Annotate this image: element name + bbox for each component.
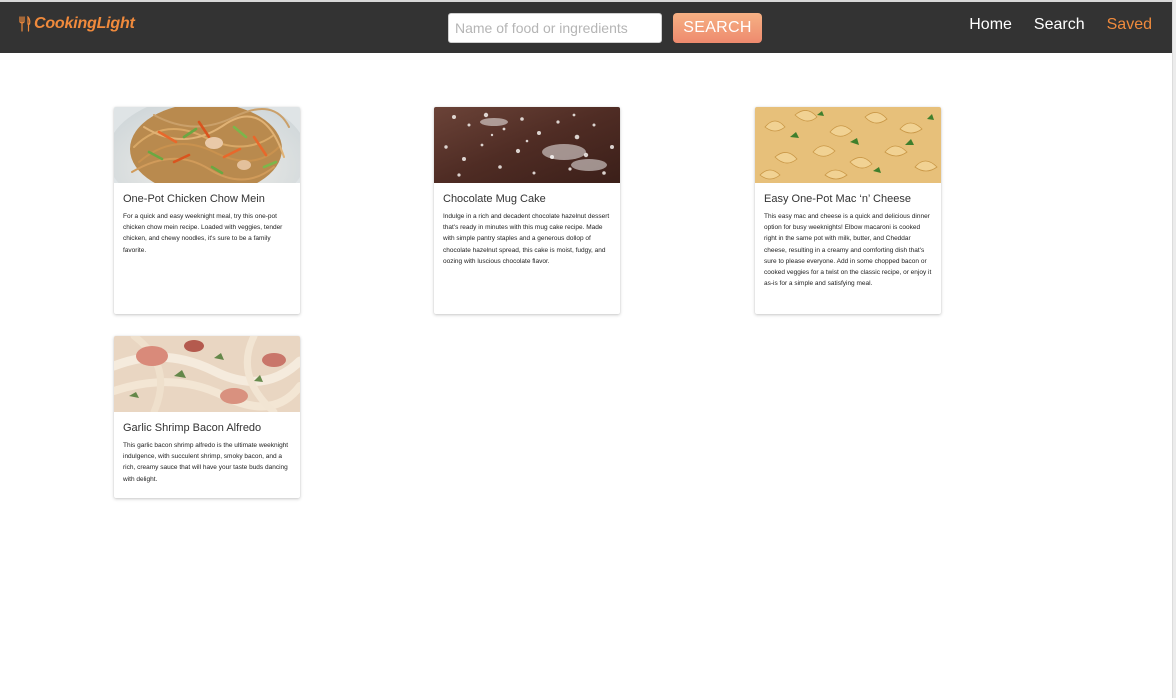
mac-cheese-image [755, 107, 941, 183]
recipe-title[interactable]: One-Pot Chicken Chow Mein [123, 192, 291, 206]
top-navbar: CookingLight SEARCH Home Search Saved [0, 2, 1172, 53]
brand-name: CookingLight [34, 15, 135, 32]
recipe-card-body: Chocolate Mug Cake Indulge in a rich and… [434, 183, 620, 275]
chow-mein-image [114, 107, 300, 183]
recipe-description: This easy mac and cheese is a quick and … [764, 213, 932, 288]
recipe-card[interactable]: One-Pot Chicken Chow Mein For a quick an… [114, 107, 300, 314]
recipe-description: For a quick and easy weeknight meal, try… [123, 213, 283, 254]
brand-logo-link[interactable]: CookingLight [18, 12, 135, 36]
recipe-card-body: Garlic Shrimp Bacon Alfredo This garlic … [114, 412, 300, 493]
alfredo-image [114, 336, 300, 412]
recipe-title[interactable]: Easy One-Pot Mac ‘n’ Cheese [764, 192, 932, 206]
nav-saved-link[interactable]: Saved [1107, 14, 1152, 36]
recipe-card-body: One-Pot Chicken Chow Mein For a quick an… [114, 183, 300, 264]
recipe-title[interactable]: Garlic Shrimp Bacon Alfredo [123, 421, 291, 435]
recipe-title[interactable]: Chocolate Mug Cake [443, 192, 611, 206]
recipe-card-body: Easy One-Pot Mac ‘n’ Cheese This easy ma… [755, 183, 941, 297]
recipe-description: This garlic bacon shrimp alfredo is the … [123, 442, 289, 483]
window-right-edge [1172, 0, 1176, 698]
mug-cake-image [434, 107, 620, 183]
recipe-card[interactable]: Chocolate Mug Cake Indulge in a rich and… [434, 107, 620, 314]
fork-knife-icon [19, 16, 31, 32]
recipe-description: Indulge in a rich and decadent chocolate… [443, 213, 610, 265]
recipe-card[interactable]: Garlic Shrimp Bacon Alfredo This garlic … [114, 336, 300, 498]
search-button[interactable]: SEARCH [673, 13, 762, 43]
search-input[interactable] [448, 13, 662, 43]
nav-search-link[interactable]: Search [1034, 14, 1085, 36]
nav-home-link[interactable]: Home [969, 14, 1012, 36]
app-window: CookingLight SEARCH Home Search Saved [0, 0, 1176, 698]
recipe-card[interactable]: Easy One-Pot Mac ‘n’ Cheese This easy ma… [755, 107, 941, 314]
nav-links: Home Search Saved [947, 14, 1152, 36]
